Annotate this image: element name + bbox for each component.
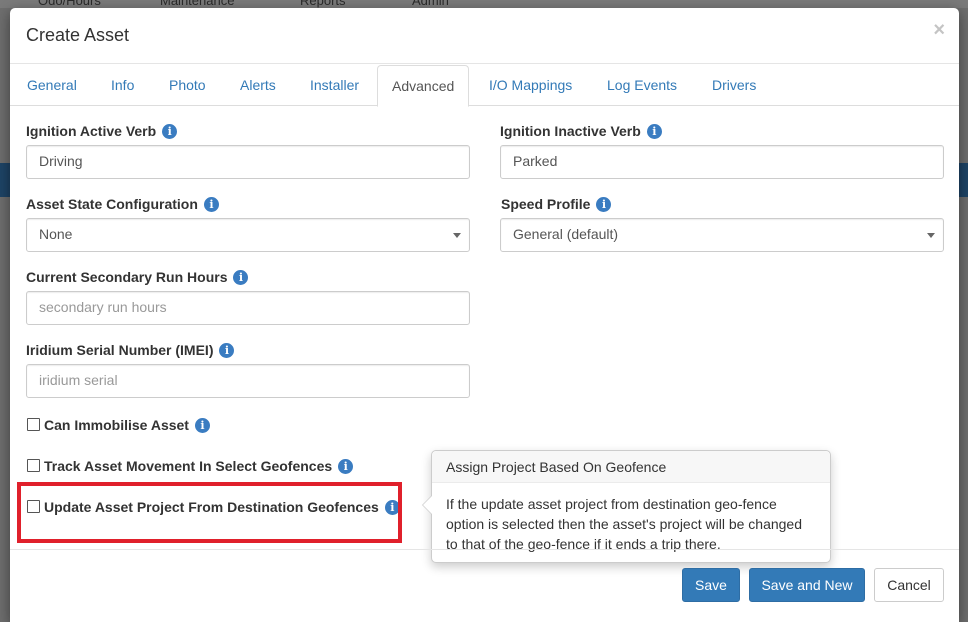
background-navbar: Odo/Hours Maintenance Reports Admin <box>0 0 968 8</box>
cancel-button[interactable]: Cancel <box>874 568 944 602</box>
speed-profile-label-text: Speed Profile <box>501 196 591 212</box>
tab-info[interactable]: Info <box>111 65 134 106</box>
info-icon[interactable]: i <box>233 270 249 285</box>
ignition-active-input[interactable]: Driving <box>26 145 470 179</box>
secondary-run-hours-input[interactable]: secondary run hours <box>26 291 470 325</box>
info-icon[interactable]: i <box>203 197 219 212</box>
iridium-serial-label-text: Iridium Serial Number (IMEI) <box>26 342 214 358</box>
info-popover: Assign Project Based On Geofence If the … <box>422 450 831 563</box>
asset-state-label: Asset State Configuration i <box>26 196 219 212</box>
create-asset-modal: Create Asset × General Info Photo Alerts… <box>10 8 959 622</box>
save-and-new-button[interactable]: Save and New <box>749 568 865 602</box>
asset-state-selected-value: None <box>39 226 73 242</box>
modal-header: Create Asset × <box>10 8 959 64</box>
ignition-inactive-label-text: Ignition Inactive Verb <box>500 123 641 139</box>
asset-state-select[interactable]: None <box>26 218 470 252</box>
tab-bar: General Info Photo Alerts Installer Adva… <box>10 65 959 107</box>
tab-log-events[interactable]: Log Events <box>607 65 677 106</box>
track-movement-row[interactable]: Track Asset Movement In Select Geofences… <box>27 458 354 474</box>
tab-photo[interactable]: Photo <box>169 65 206 106</box>
can-immobilise-label: Can Immobilise Asset <box>44 417 189 433</box>
bg-nav-odo-hours: Odo/Hours <box>38 0 101 8</box>
ignition-inactive-label: Ignition Inactive Verb i <box>500 123 662 139</box>
modal-title: Create Asset <box>26 25 130 45</box>
tab-advanced[interactable]: Advanced <box>377 65 470 107</box>
popover-arrow <box>422 495 432 515</box>
iridium-serial-label: Iridium Serial Number (IMEI) i <box>26 342 235 358</box>
info-icon[interactable]: i <box>646 124 662 139</box>
save-button[interactable]: Save <box>682 568 740 602</box>
iridium-serial-input[interactable]: iridium serial <box>26 364 470 398</box>
can-immobilise-checkbox[interactable] <box>27 418 40 431</box>
highlight-annotation <box>17 482 402 543</box>
ignition-inactive-input[interactable]: Parked <box>500 145 944 179</box>
ignition-active-label: Ignition Active Verb i <box>26 123 178 139</box>
tab-alerts[interactable]: Alerts <box>240 65 276 106</box>
track-movement-checkbox[interactable] <box>27 459 40 472</box>
can-immobilise-row[interactable]: Can Immobilise Asset i <box>27 417 210 433</box>
info-icon[interactable]: i <box>338 459 354 474</box>
ignition-active-label-text: Ignition Active Verb <box>26 123 157 139</box>
info-icon[interactable]: i <box>219 343 235 358</box>
close-icon[interactable]: × <box>933 19 945 42</box>
secondary-run-hours-label: Current Secondary Run Hours i <box>26 269 249 285</box>
modal-footer: Save Save and New Cancel <box>10 549 959 622</box>
speed-profile-label: Speed Profile i <box>501 196 612 212</box>
tab-general[interactable]: General <box>27 65 77 106</box>
popover-title: Assign Project Based On Geofence <box>432 451 830 483</box>
info-icon[interactable]: i <box>194 418 210 433</box>
track-movement-label: Track Asset Movement In Select Geofences <box>44 458 333 474</box>
bg-nav-reports: Reports <box>300 0 346 8</box>
bg-nav-maintenance: Maintenance <box>160 0 235 8</box>
asset-state-label-text: Asset State Configuration <box>26 196 198 212</box>
speed-profile-selected-value: General (default) <box>513 226 619 242</box>
tab-io-mappings[interactable]: I/O Mappings <box>489 65 572 106</box>
bg-nav-admin: Admin <box>412 0 449 8</box>
info-icon[interactable]: i <box>596 197 612 212</box>
tab-installer[interactable]: Installer <box>310 65 359 106</box>
speed-profile-select[interactable]: General (default) <box>500 218 944 252</box>
secondary-run-hours-label-text: Current Secondary Run Hours <box>26 269 228 285</box>
chevron-down-icon <box>453 233 461 238</box>
info-icon[interactable]: i <box>162 124 178 139</box>
chevron-down-icon <box>927 233 935 238</box>
tab-drivers[interactable]: Drivers <box>712 65 756 106</box>
